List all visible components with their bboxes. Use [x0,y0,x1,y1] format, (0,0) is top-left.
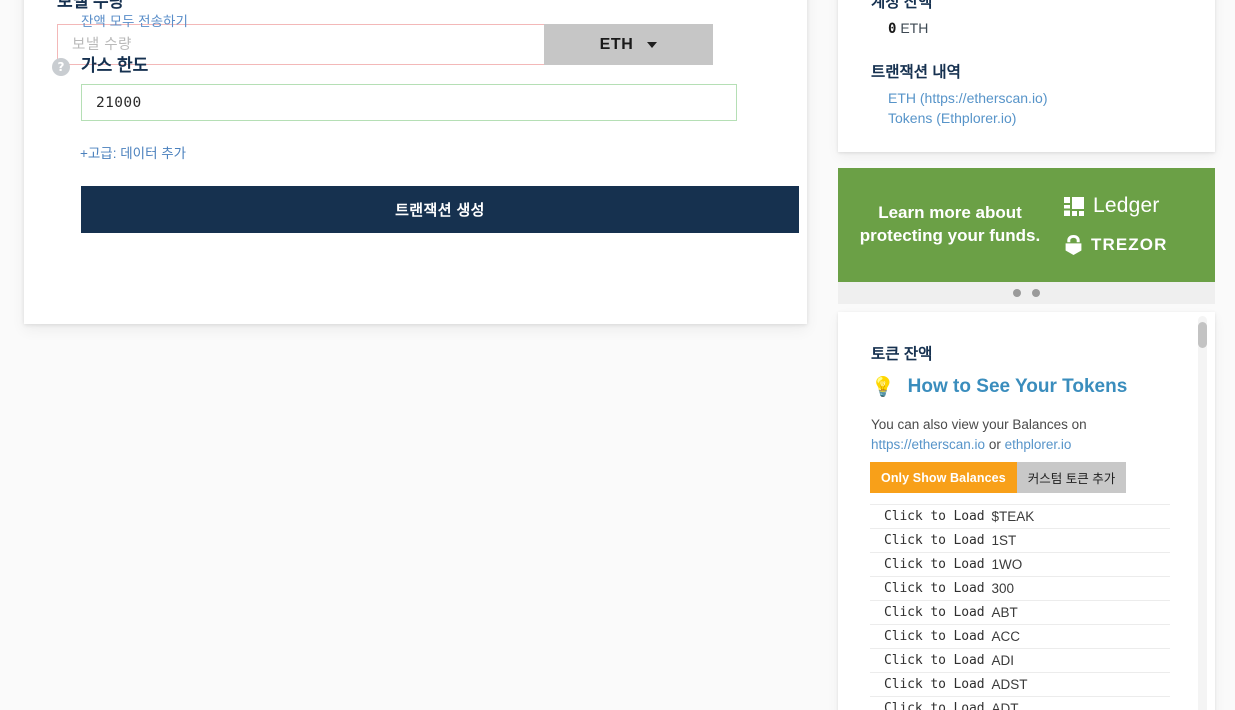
promo-headline: Learn more about protecting your funds. [859,203,1041,245]
token-list-item[interactable]: Click to Load ACC [870,625,1170,649]
token-click-to-load-label: Click to Load [884,509,985,524]
how-to-see-tokens-label: How to See Your Tokens [907,376,1128,397]
advanced-add-data-link[interactable]: +고급: 데이터 추가 [80,142,186,162]
token-symbol: $TEAK [991,509,1035,524]
ledger-wordmark: Ledger [1093,194,1160,217]
chevron-down-icon [647,41,658,48]
how-to-see-tokens-link[interactable]: 💡 How to See Your Tokens [871,376,1127,398]
account-balance-heading: 계정 잔액 [871,0,933,11]
view-balances-links: https://etherscan.io or ethplorer.io [871,435,1071,455]
token-list-item[interactable]: Click to Load ADST [870,673,1170,697]
carousel-dot-1[interactable] [1013,289,1021,297]
token-list-scrollbar-thumb[interactable] [1198,322,1207,348]
token-list-item[interactable]: Click to Load ADI [870,649,1170,673]
token-list-item[interactable]: Click to Load 300 [870,577,1170,601]
add-custom-token-button[interactable]: 커스텀 토큰 추가 [1016,462,1127,493]
account-balance-number: 0 [888,21,897,37]
token-symbol: 300 [991,581,1014,596]
token-click-to-load-label: Click to Load [884,581,985,596]
token-list-item[interactable]: Click to Load ABT [870,601,1170,625]
amount-input-group: ETH [57,24,713,65]
token-symbol: ACC [991,629,1020,644]
ethplorer-link[interactable]: ethplorer.io [1005,437,1072,452]
tx-history-link-eth[interactable]: ETH (https://etherscan.io) [888,90,1048,106]
etherscan-link[interactable]: https://etherscan.io [871,437,985,452]
promo-carousel-dots [838,282,1215,304]
question-mark-icon[interactable]: ? [52,58,70,76]
token-filter-buttons: Only Show Balances 커스텀 토큰 추가 [870,462,1127,493]
token-list: Click to Load $TEAK Click to Load 1ST Click … [870,504,1170,710]
lightbulb-icon: 💡 [871,376,895,398]
trezor-wordmark: TREZOR [1091,235,1168,254]
token-list-item[interactable]: Click to Load 1ST [870,529,1170,553]
promo-logo-group: Ledger TREZOR [1050,194,1215,256]
carousel-dot-2[interactable] [1032,289,1040,297]
tx-history-link-tokens[interactable]: Tokens (Ethplorer.io) [888,110,1016,126]
token-symbol: ABT [991,605,1018,620]
padlock-icon [1065,235,1082,255]
transaction-history-heading: 트랜잭션 내역 [871,64,961,81]
account-balance-value: 0 ETH [888,20,928,37]
token-click-to-load-label: Click to Load [884,701,985,710]
token-symbol: ADT [991,701,1019,710]
account-info-card: 계정 잔액 0 ETH 트랜잭션 내역 ETH (https://ethersc… [838,0,1215,152]
token-click-to-load-label: Click to Load [884,557,985,572]
token-list-scrollbar-track[interactable] [1198,316,1207,710]
token-symbol: 1ST [991,533,1017,548]
only-show-balances-button[interactable]: Only Show Balances [870,462,1017,493]
or-separator: or [985,437,1005,452]
ledger-logo: Ledger [1064,194,1160,218]
view-balances-note: You can also view your Balances on [871,417,1087,432]
account-balance-unit: ETH [900,20,929,36]
token-list-item[interactable]: Click to Load ADT [870,697,1170,710]
send-transaction-panel: 보낼 수량 ETH 잔액 모두 전송하기 ? 가스 한도 +고급: 데이터 추가… [24,0,807,324]
token-symbol: 1WO [991,557,1023,572]
token-click-to-load-label: Click to Load [884,677,985,692]
token-click-to-load-label: Click to Load [884,533,985,548]
token-list-item[interactable]: Click to Load 1WO [870,553,1170,577]
page-root: 보낼 수량 ETH 잔액 모두 전송하기 ? 가스 한도 +고급: 데이터 추가… [0,0,1235,710]
token-balances-card: 토큰 잔액 💡 How to See Your Tokens You can a… [838,312,1215,710]
token-click-to-load-label: Click to Load [884,629,985,644]
generate-transaction-button[interactable]: 트랜잭션 생성 [81,186,799,233]
send-entire-balance-link[interactable]: 잔액 모두 전송하기 [81,10,188,30]
token-click-to-load-label: Click to Load [884,605,985,620]
ledger-grid-icon [1064,196,1084,216]
promo-banner[interactable]: Learn more about protecting your funds. … [838,168,1215,282]
gas-limit-input[interactable] [81,84,737,121]
token-symbol: ADI [991,653,1014,668]
token-click-to-load-label: Click to Load [884,653,985,668]
gas-limit-label: 가스 한도 [81,56,149,75]
unit-dropdown[interactable]: ETH [544,24,713,65]
token-symbol: ADST [991,677,1028,692]
unit-dropdown-label: ETH [599,35,634,53]
token-list-item[interactable]: Click to Load $TEAK [870,504,1170,529]
token-balances-heading: 토큰 잔액 [871,346,933,363]
trezor-logo: TREZOR [1064,234,1167,256]
